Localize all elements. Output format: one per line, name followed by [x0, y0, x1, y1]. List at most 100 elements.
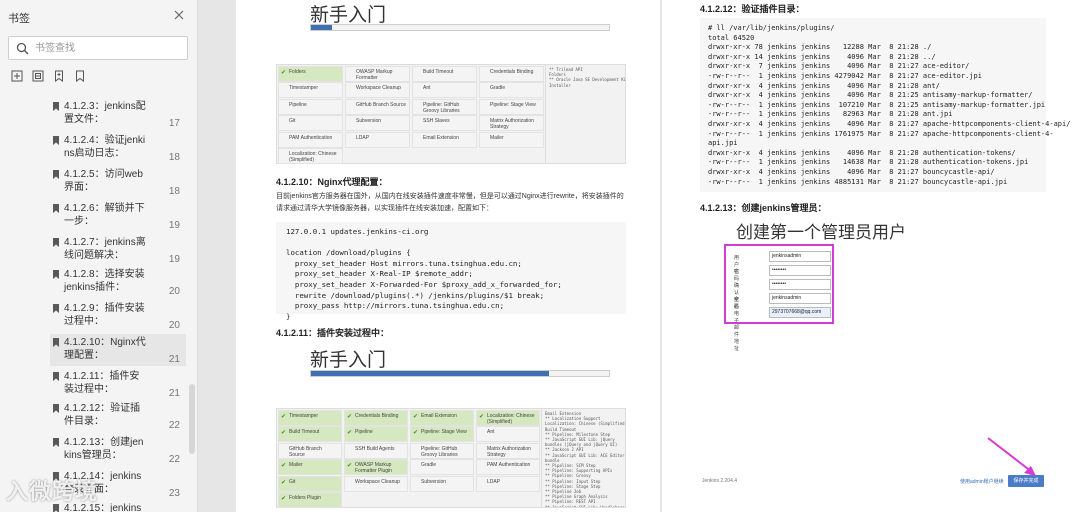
plugin-cell: Matrix Authorization Strategy	[479, 115, 544, 132]
bookmark-item[interactable]: 4.1.2.4：验证jenkins启动日志： 18	[50, 132, 186, 164]
bookmark-item[interactable]: 4.1.2.3：jenkins配置文件： 17	[50, 98, 186, 130]
bookmark-icon	[53, 102, 59, 111]
bookmark-item[interactable]: 4.1.2.11：插件安装过程中： 21	[50, 368, 186, 400]
log-line: rewrite /download/plugins(.*) /jenkins/p…	[286, 290, 545, 300]
bookmark-item[interactable]: 4.1.2.8：选择安装jenkins插件： 20	[50, 266, 186, 298]
wizard-title: 新手入门	[310, 349, 387, 371]
plugin-cell: Ant	[476, 426, 540, 443]
admin-user-form: 用户名 jenkinsadmin 密码 •••••••• 确认密码 •••••••• …	[724, 244, 834, 352]
progress-fill	[311, 371, 550, 376]
log-line: drwxr-xr-x 78 jenkins jenkins 12288 Mar …	[708, 43, 932, 52]
plugin-cell: Timestamper	[278, 82, 343, 99]
bookmark-item-active[interactable]: 4.1.2.10：Nginx代理配置： 21	[50, 334, 186, 366]
plugin-cell: Timestamper	[278, 410, 342, 426]
plugin-cell: Build Timeout	[412, 66, 477, 82]
plugin-cell: LDAP	[345, 131, 410, 148]
collapse-all-icon[interactable]	[32, 69, 44, 82]
log-line: drwxr-xr-x 7 jenkins jenkins 4096 Mar 8 …	[708, 62, 970, 71]
section-heading: 4.1.2.10：Nginx代理配置：	[276, 177, 388, 187]
plugin-cell: SSH Slaves	[412, 115, 477, 132]
plugin-cell: Pipeline	[344, 426, 408, 443]
log-line: drwxr-xr-x 4 jenkins jenkins 4096 Mar 8 …	[708, 91, 1033, 100]
bookmark-list: 4.1.2.3：jenkins配置文件： 17 4.1.2.4：验证jenkins…	[0, 94, 188, 512]
plugin-cell: Pipeline	[278, 98, 343, 115]
plugin-cell: Localization: Chinese (Simplified)	[476, 410, 540, 426]
log-line: ** JavaScript GUI Lib: Handlebars	[545, 505, 624, 507]
plugin-cell: Gradle	[410, 459, 474, 476]
jenkins-version: Jenkins 2.204.4	[702, 478, 738, 484]
log-line: -rw-r--r-- 1 jenkins jenkins 107210 Mar …	[708, 100, 1046, 109]
expand-all-icon[interactable]	[11, 69, 23, 82]
fullname-field[interactable]: jenkinsadmin	[769, 293, 831, 304]
bookmark-icon	[53, 270, 59, 279]
plugin-dir-listing: # ll /var/lib/jenkins/plugins/total 6452…	[700, 18, 1070, 192]
log-line: proxy_set_header X-Forwarded-For $proxy_…	[286, 279, 562, 289]
plugin-cell: Git	[278, 115, 343, 132]
log-line: total 64520	[708, 33, 755, 42]
log-line: drwxr-xr-x 4 jenkins jenkins 4096 Mar 8 …	[708, 81, 940, 90]
add-bookmark-icon[interactable]	[53, 69, 65, 82]
plugin-cell: Gradle	[479, 82, 544, 99]
progress-fill	[311, 25, 332, 30]
log-line: # ll /var/lib/jenkins/plugins/	[708, 24, 835, 32]
close-icon[interactable]	[172, 8, 186, 22]
install-progress-bar	[310, 24, 610, 31]
plugin-cell: Workspace Cleanup	[344, 475, 408, 492]
log-line: -rw-r--r-- 1 jenkins jenkins 1761975 Mar…	[708, 129, 1054, 138]
search-input[interactable]	[35, 40, 183, 56]
password-field[interactable]: ••••••••	[769, 265, 831, 276]
plugin-cell: OWASP Markup Formatter Plugin	[344, 459, 408, 476]
search-icon	[16, 42, 29, 55]
bookmark-icon	[53, 304, 59, 313]
plugin-cell: Mailer	[278, 459, 342, 476]
confirm-password-field[interactable]: ••••••••	[769, 279, 831, 290]
username-field[interactable]: jenkinsadmin	[769, 251, 831, 262]
email-field[interactable]: 2973707668@qq.com	[769, 307, 831, 318]
bookmark-icon	[53, 204, 59, 213]
plugin-cell: SSH Build Agents	[344, 442, 408, 459]
plugin-cell: GitHub Branch Source	[278, 442, 342, 459]
bookmark-icon[interactable]	[74, 69, 86, 82]
bookmark-item[interactable]: 4.1.2.12：验证插件目录： 22	[50, 400, 186, 432]
log-line: -rw-r--r-- 1 jenkins jenkins 82963 Mar 8…	[708, 110, 953, 119]
log-line: }	[286, 311, 291, 321]
plugin-cell: Pipeline: GitHub Groovy Libraries	[412, 98, 477, 115]
plugin-cell: LDAP	[476, 475, 540, 492]
log-line: -rw-r--r-- 1 jenkins jenkins 14638 Mar 8…	[708, 158, 1029, 167]
bookmark-item[interactable]: 4.1.2.7：jenkins离线问题解决： 19	[50, 234, 186, 266]
plugin-cell: Credentials Binding	[479, 66, 544, 82]
log-line: api.jpi	[708, 139, 738, 148]
log-line: Installer	[549, 82, 571, 88]
plugin-cell: Pipeline: GitHub Groovy Libraries	[410, 442, 474, 459]
section-heading: 4.1.2.13：创建jenkins管理员：	[700, 203, 827, 213]
bookmark-icon	[53, 238, 59, 247]
plugin-cell: OWASP Markup Formatter	[345, 66, 410, 82]
log-line: drwxr-xr-x 4 jenkins jenkins 4096 Mar 8 …	[708, 148, 1016, 157]
plugin-cell: Build Timeout	[278, 426, 342, 443]
plugin-cell: PAM Authentication	[278, 131, 343, 148]
log-line: proxy_set_header X-Real-IP $remote_addr;	[286, 269, 473, 279]
annotation-arrow	[987, 437, 1036, 476]
plugin-cell: Folders Plugin	[278, 492, 342, 508]
plugin-cell: Ant	[412, 82, 477, 99]
log-line: drwxr-xr-x 14 jenkins jenkins 4096 Mar 8…	[708, 52, 936, 61]
bookmark-sidebar: 书签 4.1.2.3：jenkins配置文件：17 4.1.2.4：验证jenk…	[0, 0, 198, 512]
plugin-cell: Email Extension	[410, 410, 474, 426]
section-heading: 4.1.2.12：验证插件目录：	[700, 4, 805, 14]
plugin-cell: Pipeline: Stage View	[410, 426, 474, 443]
bookmark-item[interactable]: 4.1.2.9：插件安装过程中： 20	[50, 300, 186, 332]
plugin-cell: Pipeline: Stage View	[479, 98, 544, 115]
nginx-config-code: 127.0.0.1 updates.jenkins-ci.org locatio…	[276, 222, 626, 321]
plugin-cell: Email Extension	[412, 131, 477, 148]
plugin-cell: PAM Authentication	[476, 459, 540, 476]
install-log: Email Extension ** Localization Support Lo…	[541, 409, 625, 507]
bookmark-item[interactable]: 4.1.2.6：解锁并下一步： 19	[50, 200, 186, 232]
log-line: -rw-r--r-- 1 jenkins jenkins 4885131 Mar…	[708, 177, 1008, 186]
bookmark-item[interactable]: 4.1.2.13：创建jenkins管理员： 22	[50, 434, 186, 466]
sidebar-scrollbar[interactable]	[189, 384, 195, 454]
bookmark-item[interactable]: 4.1.2.5：访问web界面： 18	[50, 166, 186, 198]
bookmark-icon	[53, 404, 59, 413]
plugin-cell: GitHub Branch Source	[345, 98, 410, 115]
log-line: proxy_set_header Host mirrors.tuna.tsing…	[286, 258, 522, 268]
bookmark-search[interactable]	[8, 36, 188, 60]
